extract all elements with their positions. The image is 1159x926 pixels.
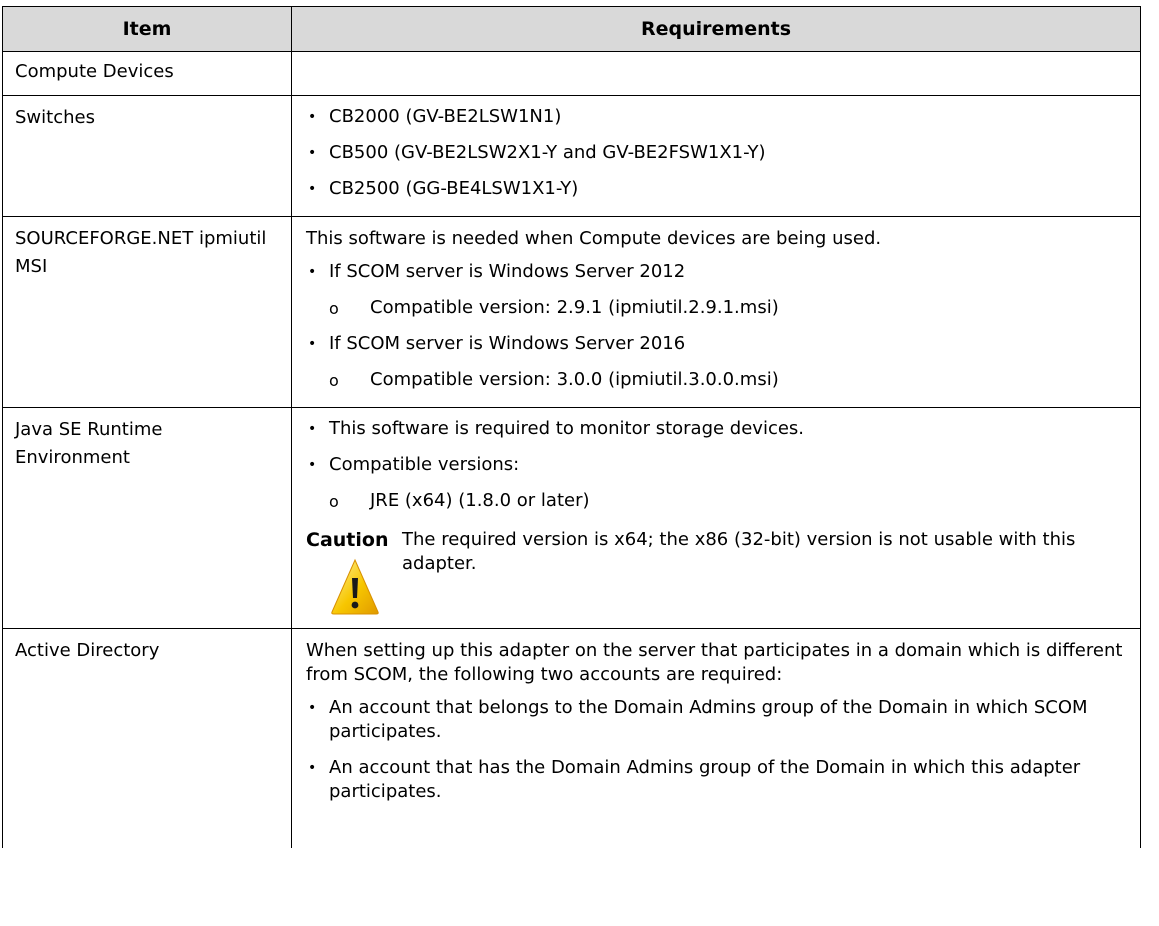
list-item: This software is required to monitor sto… bbox=[302, 412, 1130, 448]
sub-list-item: JRE (x64) (1.8.0 or later) bbox=[302, 484, 1130, 520]
intro-text: This software is needed when Compute dev… bbox=[306, 228, 882, 249]
warning-triangle-icon bbox=[331, 558, 379, 615]
requirements-table: Item Requirements Compute Devices Switch… bbox=[2, 6, 1141, 848]
caution-label: Caution bbox=[306, 529, 389, 551]
list-item: CB2500 (GG-BE4LSW1X1-Y) bbox=[302, 172, 1130, 208]
intro-text: When setting up this adapter on the serv… bbox=[306, 640, 1123, 685]
sub-list-item: Compatible version: 3.0.0 (ipmiutil.3.0.… bbox=[302, 363, 1130, 399]
item-cell: Java SE Runtime Environment bbox=[2, 407, 292, 629]
item-cell: Switches bbox=[2, 95, 292, 217]
table-row-java: Java SE Runtime Environment This softwar… bbox=[2, 407, 1141, 629]
list-item: CB500 (GV-BE2LSW2X1-Y and GV-BE2FSW1X1-Y… bbox=[302, 136, 1130, 172]
list-item: If SCOM server is Windows Server 2012 bbox=[302, 255, 1130, 291]
requirements-cell: This software is needed when Compute dev… bbox=[291, 216, 1141, 408]
sub-list-item: Compatible version: 2.9.1 (ipmiutil.2.9.… bbox=[302, 291, 1130, 327]
item-cell: Active Directory bbox=[2, 628, 292, 848]
table-row-active-directory: Active Directory When setting up this ad… bbox=[2, 628, 1141, 848]
requirements-column-header: Requirements bbox=[291, 6, 1141, 52]
header-row: Item Requirements bbox=[2, 6, 1141, 52]
list-item: If SCOM server is Windows Server 2016 bbox=[302, 327, 1130, 363]
item-cell: SOURCEFORGE.NET ipmiutil MSI bbox=[2, 216, 292, 408]
item-column-header: Item bbox=[2, 6, 292, 52]
list-item: An account that belongs to the Domain Ad… bbox=[302, 691, 1130, 751]
item-cell: Compute Devices bbox=[2, 51, 292, 96]
caution-note: Caution The required version is x64; the… bbox=[306, 528, 1130, 620]
table-row-compute: Compute Devices bbox=[2, 51, 1141, 96]
table-row-ipmiutil: SOURCEFORGE.NET ipmiutil MSI This softwa… bbox=[2, 216, 1141, 408]
requirements-cell: When setting up this adapter on the serv… bbox=[291, 628, 1141, 848]
list-item: CB2000 (GV-BE2LSW1N1) bbox=[302, 100, 1130, 136]
caution-text: The required version is x64; the x86 (32… bbox=[402, 529, 1076, 574]
requirements-cell: This software is required to monitor sto… bbox=[291, 407, 1141, 629]
list-item: An account that has the Domain Admins gr… bbox=[302, 751, 1130, 811]
table-row-switches: Switches CB2000 (GV-BE2LSW1N1) CB500 (GV… bbox=[2, 95, 1141, 217]
list-item: Compatible versions: bbox=[302, 448, 1130, 484]
requirements-cell bbox=[291, 51, 1141, 96]
requirements-cell: CB2000 (GV-BE2LSW1N1) CB500 (GV-BE2LSW2X… bbox=[291, 95, 1141, 217]
